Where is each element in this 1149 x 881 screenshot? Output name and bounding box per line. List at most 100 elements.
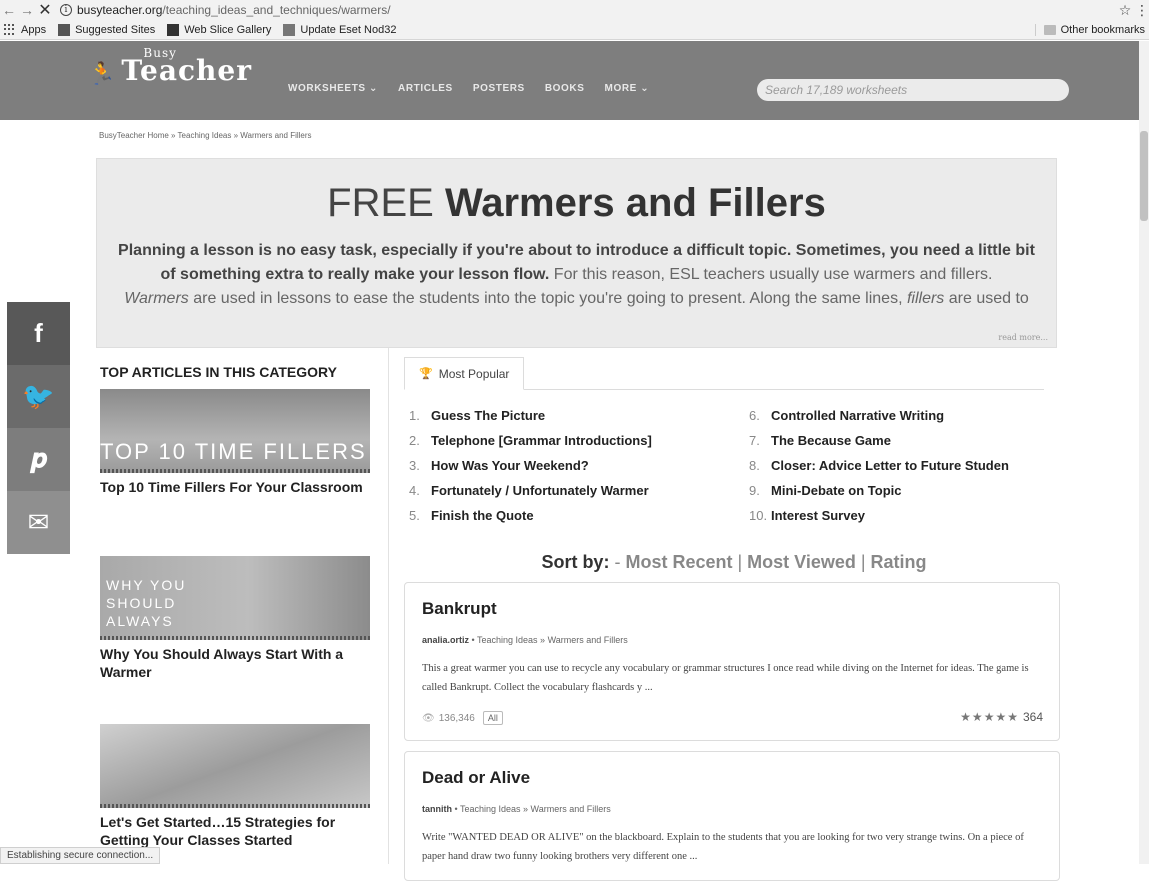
facebook-icon: f xyxy=(34,318,43,348)
thumbnail-caption: TOP 10 TIME FILLERS xyxy=(100,439,367,464)
email-share-button[interactable]: ✉ xyxy=(7,491,70,554)
popular-item[interactable]: 7. The Because Game xyxy=(749,428,1009,453)
column-divider xyxy=(388,348,389,864)
item-title[interactable]: Mini-Debate on Topic xyxy=(771,483,901,498)
url-path: /teaching_ideas_and_techniques/warmers/ xyxy=(162,3,391,17)
scrollbar-thumb[interactable] xyxy=(1140,131,1148,221)
item-title[interactable]: Fortunately / Unfortunately Warmer xyxy=(431,483,649,498)
sort-most-viewed[interactable]: Most Viewed xyxy=(747,552,856,572)
item-title[interactable]: How Was Your Weekend? xyxy=(431,458,589,473)
pinterest-share-button[interactable]: 𝒑 xyxy=(7,428,70,491)
popular-item[interactable]: 9. Mini-Debate on Topic xyxy=(749,478,1009,503)
item-title[interactable]: The Because Game xyxy=(771,433,891,448)
sort-rating[interactable]: Rating xyxy=(871,552,927,572)
forward-arrow-icon[interactable]: → xyxy=(18,2,36,18)
article-title[interactable]: Top 10 Time Fillers For Your Classroom xyxy=(100,478,370,496)
sort-most-recent[interactable]: Most Recent xyxy=(625,552,732,572)
popular-item[interactable]: 3. How Was Your Weekend? xyxy=(409,453,652,478)
facebook-share-button[interactable]: f xyxy=(7,302,70,365)
item-number: 7. xyxy=(749,433,760,448)
apps-grid-icon xyxy=(4,23,16,36)
bookmark-suggested-sites[interactable]: Suggested Sites xyxy=(58,23,155,36)
bookmark-label: Update Eset Nod32 xyxy=(300,23,397,36)
nav-books[interactable]: BOOKS xyxy=(545,83,585,94)
bookmark-star-icon[interactable]: ☆ xyxy=(1115,2,1135,19)
top-article-card[interactable]: TOP 10 TIME FILLERS Top 10 Time Fillers … xyxy=(100,389,370,496)
item-title[interactable]: Closer: Advice Letter to Future Studen xyxy=(771,458,1009,473)
page-scrollbar[interactable] xyxy=(1139,41,1149,864)
tab-most-popular[interactable]: 🏆 Most Popular xyxy=(404,357,525,390)
other-bookmarks[interactable]: Other bookmarks xyxy=(1034,23,1149,36)
sort-separator: | xyxy=(855,552,871,572)
browser-toolbar: ← → ✕ i busyteacher.org/teaching_ideas_a… xyxy=(0,0,1149,20)
popular-item[interactable]: 1. Guess The Picture xyxy=(409,403,652,428)
popular-item[interactable]: 10. Interest Survey xyxy=(749,503,1009,528)
site-logo[interactable]: 🏃 Busy Teacher xyxy=(88,46,252,87)
eset-icon xyxy=(283,23,296,36)
logo-wordmark: Busy Teacher xyxy=(121,46,252,87)
entry-meta: analia.ortiz • Teaching Ideas » Warmers … xyxy=(422,635,628,645)
browser-menu-icon[interactable]: ⋮ xyxy=(1135,2,1149,19)
pinterest-icon: 𝒑 xyxy=(30,444,47,474)
entry-views: 👁 136,346 All xyxy=(422,711,503,725)
title-bold: Warmers and Fillers xyxy=(444,181,826,225)
nav-more[interactable]: MORE ⌄ xyxy=(605,83,650,94)
site-header: 🏃 Busy Teacher WORKSHEETS ⌄ ARTICLES POS… xyxy=(0,41,1149,120)
entry-title[interactable]: Bankrupt xyxy=(422,599,497,619)
entry-author[interactable]: tannith xyxy=(422,804,452,814)
info-icon[interactable]: i xyxy=(60,4,72,16)
trophy-icon: 🏆 xyxy=(419,368,433,380)
item-title[interactable]: Interest Survey xyxy=(771,508,865,523)
article-thumbnail[interactable]: WHY YOU SHOULD ALWAYS xyxy=(100,556,370,640)
rating-stars-icon: ★★★★★ xyxy=(960,710,1019,724)
thumbnail-caption: WHY YOU SHOULD ALWAYS xyxy=(106,577,187,629)
popular-item[interactable]: 5. Finish the Quote xyxy=(409,503,652,528)
top-article-card[interactable]: WHY YOU SHOULD ALWAYS Why You Should Alw… xyxy=(100,556,370,681)
intro-end: are used to xyxy=(944,290,1029,307)
entry-category-path[interactable]: Teaching Ideas » Warmers and Fillers xyxy=(477,635,628,645)
url-host: busyteacher.org xyxy=(77,3,163,17)
article-thumbnail[interactable]: TOP 10 TIME FILLERS xyxy=(100,389,370,473)
item-title[interactable]: Finish the Quote xyxy=(431,508,534,523)
nav-articles[interactable]: ARTICLES xyxy=(398,83,453,94)
item-title[interactable]: Controlled Narrative Writing xyxy=(771,408,944,423)
worksheet-entry: Dead or Alive tannith • Teaching Ideas »… xyxy=(404,751,1060,881)
nav-posters[interactable]: POSTERS xyxy=(473,83,525,94)
bookmark-apps[interactable]: Apps xyxy=(4,23,46,36)
entry-category-path[interactable]: Teaching Ideas » Warmers and Fillers xyxy=(460,804,611,814)
read-more-link[interactable]: read more... xyxy=(998,333,1048,342)
sort-dash: - xyxy=(609,552,626,572)
entry-title[interactable]: Dead or Alive xyxy=(422,768,530,788)
popular-item[interactable]: 4. Fortunately / Unfortunately Warmer xyxy=(409,478,652,503)
bookmark-web-slice-gallery[interactable]: Web Slice Gallery xyxy=(167,23,271,36)
popular-item[interactable]: 8. Closer: Advice Letter to Future Studen xyxy=(749,453,1009,478)
tab-label: Most Popular xyxy=(438,366,510,381)
item-title[interactable]: Guess The Picture xyxy=(431,408,545,423)
sort-label: Sort by: xyxy=(541,552,610,572)
back-arrow-icon[interactable]: ← xyxy=(0,2,18,18)
bookmark-update-eset[interactable]: Update Eset Nod32 xyxy=(283,23,397,36)
article-title[interactable]: Let's Get Started…15 Strategies for Gett… xyxy=(100,813,370,849)
twitter-share-button[interactable]: 🐦 xyxy=(7,365,70,428)
address-bar[interactable]: i busyteacher.org/teaching_ideas_and_tec… xyxy=(60,0,1115,20)
search-input[interactable]: Search 17,189 worksheets xyxy=(757,79,1069,101)
entry-author[interactable]: analia.ortiz xyxy=(422,635,469,645)
article-thumbnail[interactable] xyxy=(100,724,370,808)
twitter-bird-icon: 🐦 xyxy=(22,381,55,411)
breadcrumb[interactable]: BusyTeacher Home » Teaching Ideas » Warm… xyxy=(99,131,312,140)
nav-worksheets[interactable]: WORKSHEETS ⌄ xyxy=(288,83,378,94)
category-hero: FREE Warmers and Fillers Planning a less… xyxy=(96,158,1057,348)
stop-loading-icon[interactable]: ✕ xyxy=(36,0,54,20)
hero-intro: Planning a lesson is no easy task, espec… xyxy=(111,239,1042,311)
article-title[interactable]: Why You Should Always Start With a Warme… xyxy=(100,645,370,681)
top-article-card[interactable]: Let's Get Started…15 Strategies for Gett… xyxy=(100,724,370,849)
popular-item[interactable]: 6. Controlled Narrative Writing xyxy=(749,403,1009,428)
item-title[interactable]: Telephone [Grammar Introductions] xyxy=(431,433,652,448)
item-number: 10. xyxy=(749,508,768,523)
item-number: 1. xyxy=(409,408,420,423)
popular-item[interactable]: 2. Telephone [Grammar Introductions] xyxy=(409,428,652,453)
suggested-sites-icon xyxy=(58,23,71,36)
browser-status-bar: Establishing secure connection... xyxy=(0,847,161,864)
level-tag[interactable]: All xyxy=(482,711,503,725)
item-number: 5. xyxy=(409,508,420,523)
